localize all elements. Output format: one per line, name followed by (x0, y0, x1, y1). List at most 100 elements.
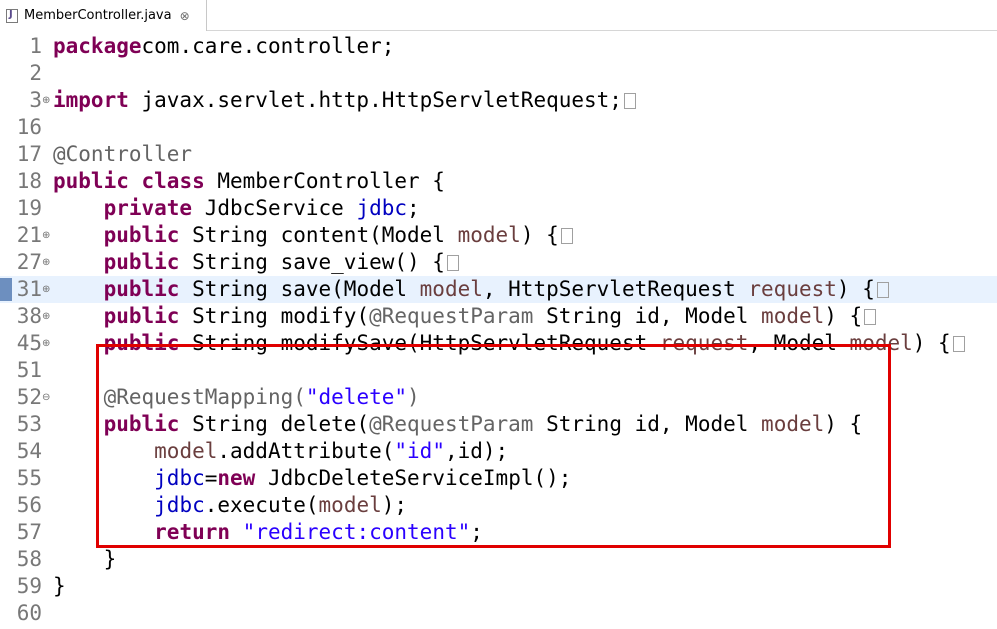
code-text: public String save_view() { (53, 249, 459, 276)
line-number: 2 (29, 61, 42, 85)
code-token: @RequestParam (369, 412, 534, 436)
code-token: jdbc (154, 466, 205, 490)
collapsed-code-icon[interactable] (560, 228, 573, 244)
code-token: class (141, 169, 205, 193)
code-text: packagecom.care.controller; (53, 33, 394, 60)
code-text: public String modifySave(HttpServletRequ… (53, 330, 965, 357)
code-token: @Controller (53, 142, 193, 166)
code-line[interactable]: 45 ⊕ public String modifySave(HttpServlet… (0, 330, 997, 357)
line-number: 1 (29, 34, 42, 58)
code-line[interactable]: 59} (0, 573, 997, 600)
line-number: 54 (16, 439, 42, 463)
line-number: 57 (16, 520, 42, 544)
line-number: 55 (16, 466, 42, 490)
code-line[interactable]: 54 model.addAttribute("id",id); (0, 438, 997, 465)
code-token: String id, Model (533, 412, 762, 436)
code-line[interactable]: 21 ⊕ public String content(Model model) { (0, 222, 997, 249)
code-token: String save_view() { (179, 250, 445, 274)
code-line[interactable]: 19 private JdbcService jdbc; (0, 195, 997, 222)
collapsed-code-icon[interactable] (446, 255, 459, 271)
code-token: ) { (836, 277, 875, 301)
line-number: 21 (16, 223, 42, 247)
code-token: request (659, 331, 749, 355)
code-token: return (154, 520, 231, 544)
code-token: private (103, 196, 193, 220)
code-line[interactable]: 38 ⊕ public String modify(@RequestParam S… (0, 303, 997, 330)
code-line[interactable]: 57 return "redirect:content"; (0, 519, 997, 546)
fold-expand-icon[interactable]: ⊕ (42, 222, 52, 249)
code-text: } (53, 546, 117, 573)
code-token: ) { (912, 331, 951, 355)
close-icon[interactable]: ⊗ (180, 9, 190, 23)
code-editor[interactable]: 1 packagecom.care.controller; 2 3 ⊕ import ja… (0, 31, 997, 629)
code-token: , Model (748, 331, 850, 355)
code-line[interactable]: 17 @Controller (0, 141, 997, 168)
code-token: package (53, 34, 142, 58)
code-token: public (103, 304, 180, 328)
code-token: public (103, 250, 180, 274)
code-token: ) (407, 385, 420, 409)
tab-filename: MemberController.java (24, 8, 172, 23)
code-text: jdbc.execute(model); (53, 492, 407, 519)
code-line[interactable]: 27 ⊕ public String save_view() { (0, 249, 997, 276)
code-token: "redirect:content" (242, 520, 471, 544)
java-file-icon (6, 8, 18, 23)
collapsed-code-icon[interactable] (623, 93, 636, 109)
code-line[interactable]: 53 public String delete(@RequestParam St… (0, 411, 997, 438)
code-token: ); (381, 493, 408, 517)
code-line[interactable]: 58 } (0, 546, 997, 573)
code-token: model (761, 412, 825, 436)
code-token: String modify( (179, 304, 370, 328)
line-number: 18 (16, 169, 42, 193)
code-token: model (419, 277, 483, 301)
code-line[interactable]: 56 jdbc.execute(model); (0, 492, 997, 519)
code-token: String id, Model (533, 304, 762, 328)
code-line[interactable]: 1 packagecom.care.controller; (0, 33, 997, 60)
code-token: JdbcService (192, 196, 357, 220)
code-line[interactable]: 2 (0, 60, 997, 87)
fold-expand-icon[interactable]: ⊕ (42, 303, 52, 330)
code-token: .execute( (204, 493, 319, 517)
code-token: String content(Model (179, 223, 458, 247)
code-text: return "redirect:content"; (53, 519, 483, 546)
line-number: 59 (16, 574, 42, 598)
code-token: request (748, 277, 837, 301)
code-line[interactable]: 18 public class MemberController { (0, 168, 997, 195)
fold-expand-icon[interactable]: ⊕ (42, 87, 52, 114)
code-token: public (103, 412, 180, 436)
code-text: public String modify(@RequestParam Strin… (53, 303, 877, 330)
line-number: 53 (16, 412, 42, 436)
fold-collapse-icon[interactable]: ⊖ (42, 384, 52, 411)
code-token: @RequestMapping( (103, 385, 306, 409)
code-token: ; (407, 196, 420, 220)
code-line[interactable]: 3 ⊕ import javax.servlet.http.HttpServletR… (0, 87, 997, 114)
code-token: public (53, 169, 129, 193)
code-line[interactable]: 60 (0, 600, 997, 627)
collapsed-code-icon[interactable] (952, 336, 965, 352)
code-line[interactable]: 52 ⊖ @RequestMapping("delete") (0, 384, 997, 411)
fold-expand-icon[interactable]: ⊕ (42, 330, 52, 357)
code-line[interactable]: 55 jdbc=new JdbcDeleteServiceImpl(); (0, 465, 997, 492)
code-text: } (53, 573, 66, 600)
code-token: "id" (394, 439, 445, 463)
collapsed-code-icon[interactable] (864, 309, 877, 325)
code-text: public String content(Model model) { (53, 222, 573, 249)
code-line[interactable]: 51 (0, 357, 997, 384)
code-token: new (217, 466, 256, 490)
code-token: JdbcDeleteServiceImpl(); (255, 466, 572, 490)
code-line[interactable]: 16 (0, 114, 997, 141)
code-text: @RequestMapping("delete") (53, 384, 420, 411)
tab-membercontroller-java[interactable]: MemberController.java ⊗ (0, 0, 207, 31)
code-line[interactable]: 31 ⊕ public String save(Model model, Http… (0, 276, 997, 303)
fold-expand-icon[interactable]: ⊕ (42, 249, 52, 276)
fold-expand-icon[interactable]: ⊕ (42, 276, 52, 303)
collapsed-code-icon[interactable] (876, 282, 889, 298)
